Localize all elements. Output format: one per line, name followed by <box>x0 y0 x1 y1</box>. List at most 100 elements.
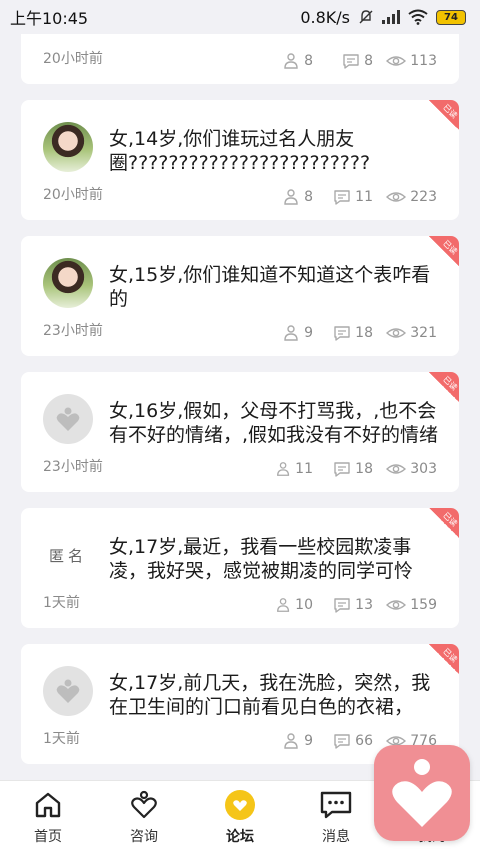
post-time: 1天前 <box>43 731 80 747</box>
mute-bell-icon <box>359 10 373 24</box>
comments-stat: 8 <box>313 52 373 70</box>
likes-stat: 9 <box>275 732 313 750</box>
post-title[interactable]: 女,17岁,前几天，我在洗脸，突然，我在卫生间的门口前看见白色的衣裙， <box>109 671 439 719</box>
comments-count: 11 <box>355 189 373 205</box>
forum-icon <box>225 790 255 820</box>
post-title[interactable]: 女,16岁,假如，父母不打骂我，,也不会有不好的情绪，,假如我没有不好的情绪 <box>109 399 439 447</box>
default-avatar-icon <box>56 407 80 431</box>
likes-stat: 8 <box>275 188 313 206</box>
likes-count: 8 <box>304 189 313 205</box>
avatar[interactable] <box>43 258 93 308</box>
message-icon <box>320 791 352 819</box>
comments-count: 18 <box>355 325 373 341</box>
post-stats: 8 8 113 <box>275 52 437 70</box>
comments-count: 8 <box>364 53 373 69</box>
hug-icon <box>284 325 298 341</box>
comments-stat: 11 <box>313 188 373 206</box>
comments-stat: 18 <box>313 324 373 342</box>
read-badge: 已读 <box>429 644 459 674</box>
tab-forum[interactable]: 论坛 <box>192 781 288 853</box>
views-count: 159 <box>410 597 437 613</box>
post-stats: 9 18 321 <box>275 324 437 342</box>
views-stat: 223 <box>373 188 437 206</box>
views-stat: 113 <box>373 52 437 70</box>
comment-icon <box>343 54 359 69</box>
views-count: 321 <box>410 325 437 341</box>
comment-icon <box>334 190 350 205</box>
views-count: 223 <box>410 189 437 205</box>
tab-consult[interactable]: 咨询 <box>96 781 192 853</box>
comments-count: 13 <box>355 597 373 613</box>
hug-icon <box>277 462 290 476</box>
post-card[interactable]: 已读 女,15岁,你们谁知道不知道这个表咋看的 23小时前 9 18 321 <box>21 236 459 356</box>
likes-count: 8 <box>304 53 313 69</box>
tab-messages[interactable]: 消息 <box>288 781 384 853</box>
post-time: 20小时前 <box>43 187 103 203</box>
home-icon <box>35 792 61 818</box>
comments-stat: 13 <box>313 596 373 614</box>
status-icons: 0.8K/s 74 <box>300 8 466 27</box>
hug-icon <box>284 53 298 69</box>
anonymous-avatar[interactable]: 匿名 <box>43 530 93 580</box>
comments-stat: 18 <box>313 460 373 478</box>
read-badge: 已读 <box>429 236 459 266</box>
post-title[interactable]: 女,14岁,你们谁玩过名人朋友圈???????????????????????? <box>109 127 439 175</box>
comment-icon <box>334 462 350 477</box>
status-bar: 上午10:45 0.8K/s 74 <box>0 0 480 34</box>
read-badge: 已读 <box>429 100 459 130</box>
post-time: 1天前 <box>43 595 80 611</box>
post-time: 23小时前 <box>43 323 103 339</box>
likes-stat: 8 <box>275 52 313 70</box>
eye-icon <box>386 464 407 474</box>
comments-count: 66 <box>355 733 373 749</box>
comments-count: 18 <box>355 461 373 477</box>
tab-forum-label: 论坛 <box>226 829 254 845</box>
post-time: 23小时前 <box>43 459 103 475</box>
avatar[interactable] <box>43 666 93 716</box>
likes-count: 9 <box>304 325 313 341</box>
hug-icon <box>284 189 298 205</box>
floating-app-button[interactable] <box>374 745 470 841</box>
tab-messages-label: 消息 <box>322 829 350 845</box>
eye-icon <box>386 192 407 202</box>
network-speed: 0.8K/s <box>300 7 350 27</box>
heart-person-icon <box>131 790 157 819</box>
views-stat: 303 <box>373 460 437 478</box>
post-card[interactable]: 已读 女,16岁,假如，父母不打骂我，,也不会有不好的情绪，,假如我没有不好的情… <box>21 372 459 492</box>
avatar[interactable] <box>43 122 93 172</box>
post-time: 20小时前 <box>43 51 103 67</box>
likes-stat: 11 <box>275 460 313 478</box>
avatar[interactable] <box>43 394 93 444</box>
comment-icon <box>334 734 350 749</box>
post-stats: 10 13 159 <box>275 596 437 614</box>
post-title[interactable]: 女,17岁,最近，我看一些校园欺凌事凌，我好哭，感觉被期凌的同学可怜 <box>109 535 439 583</box>
eye-icon <box>386 600 407 610</box>
views-stat: 321 <box>373 324 437 342</box>
views-count: 303 <box>410 461 437 477</box>
status-time: 上午10:45 <box>10 9 89 28</box>
tab-consult-label: 咨询 <box>130 829 158 845</box>
post-title[interactable]: 女,15岁,你们谁知道不知道这个表咋看的 <box>109 263 439 311</box>
heart-person-logo-icon <box>392 759 452 827</box>
eye-icon <box>386 56 407 66</box>
tab-home-label: 首页 <box>34 829 62 845</box>
eye-icon <box>386 328 407 338</box>
hug-icon <box>284 733 298 749</box>
likes-count: 10 <box>295 597 313 613</box>
signal-icon <box>382 10 400 24</box>
likes-count: 11 <box>295 461 313 477</box>
likes-stat: 10 <box>275 596 313 614</box>
read-badge: 已读 <box>429 372 459 402</box>
likes-count: 9 <box>304 733 313 749</box>
post-stats: 8 11 223 <box>275 188 437 206</box>
tab-home[interactable]: 首页 <box>0 781 96 853</box>
post-stats: 11 18 303 <box>275 460 437 478</box>
comments-stat: 66 <box>313 732 373 750</box>
views-stat: 159 <box>373 596 437 614</box>
battery-icon: 74 <box>436 9 466 25</box>
post-card[interactable]: 已读 女,14岁,你们谁玩过名人朋友圈?????????????????????… <box>21 100 459 220</box>
post-card[interactable]: 已读 匿名 女,17岁,最近，我看一些校园欺凌事凌，我好哭，感觉被期凌的同学可怜… <box>21 508 459 628</box>
default-avatar-icon <box>56 679 80 703</box>
hug-icon <box>277 598 290 612</box>
post-feed[interactable]: 20小时前 8 8 113 已读 女,14岁,你们谁玩过名人朋友圈???????… <box>0 0 480 780</box>
